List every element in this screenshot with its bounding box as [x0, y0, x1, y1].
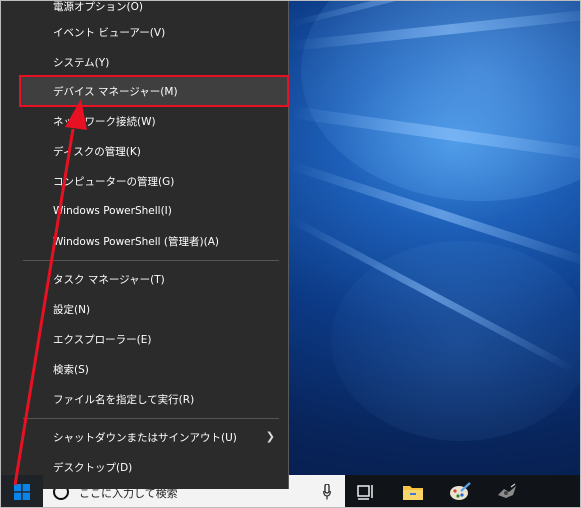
task-view-icon	[357, 485, 373, 500]
menu-separator	[23, 418, 279, 419]
winx-context-menu: 電源オプション(O) イベント ビューアー(V) システム(Y) デバイス マネ…	[1, 1, 289, 489]
menu-item-label: システム(Y)	[53, 56, 110, 69]
app-button[interactable]	[494, 479, 520, 505]
menu-item-system[interactable]: システム(Y)	[21, 48, 287, 76]
menu-item-label: 設定(N)	[53, 303, 91, 316]
menu-item-device-manager[interactable]: デバイス マネージャー(M)	[19, 75, 289, 107]
menu-item-search[interactable]: 検索(S)	[21, 355, 287, 383]
microphone-icon[interactable]	[323, 484, 331, 500]
menu-item-explorer[interactable]: エクスプローラー(E)	[21, 325, 287, 353]
menu-item-label: エクスプローラー(E)	[53, 333, 152, 346]
menu-item-label: 検索(S)	[53, 363, 89, 376]
menu-item-event-viewer[interactable]: イベント ビューアー(V)	[21, 18, 287, 46]
menu-item-label: タスク マネージャー(T)	[53, 273, 165, 286]
menu-item-powershell-admin[interactable]: Windows PowerShell (管理者)(A)	[21, 227, 287, 255]
windows-logo-icon	[14, 484, 30, 500]
paint-button[interactable]	[447, 479, 473, 505]
start-button[interactable]	[1, 475, 43, 507]
task-view-button[interactable]	[353, 479, 379, 505]
menu-item-powershell[interactable]: Windows PowerShell(I)	[21, 197, 287, 225]
menu-item-computer-management[interactable]: コンピューターの管理(G)	[21, 167, 287, 195]
menu-item-label: Windows PowerShell(I)	[53, 205, 172, 217]
menu-item-desktop[interactable]: デスクトップ(D)	[21, 453, 287, 481]
menu-separator	[23, 260, 279, 261]
screen: 電源オプション(O) イベント ビューアー(V) システム(Y) デバイス マネ…	[0, 0, 581, 508]
file-explorer-icon	[403, 486, 423, 500]
menu-item-label: シャットダウンまたはサインアウト(U)	[53, 431, 237, 444]
menu-item-disk-management[interactable]: ディスクの管理(K)	[21, 137, 287, 165]
menu-item-label: イベント ビューアー(V)	[53, 26, 166, 39]
menu-item-task-manager[interactable]: タスク マネージャー(T)	[21, 265, 287, 293]
menu-item-network-connections[interactable]: ネットワーク接続(W)	[21, 107, 287, 135]
menu-item-label: 電源オプション(O)	[53, 0, 143, 13]
menu-item-label: ディスクの管理(K)	[53, 145, 141, 158]
file-explorer-button[interactable]	[400, 479, 426, 505]
menu-item-label: コンピューターの管理(G)	[53, 175, 175, 188]
menu-item-label: デスクトップ(D)	[53, 461, 133, 474]
chevron-right-icon: ❯	[265, 430, 275, 443]
menu-item-label: Windows PowerShell (管理者)(A)	[53, 235, 219, 248]
menu-item-settings[interactable]: 設定(N)	[21, 295, 287, 323]
menu-item-label: ファイル名を指定して実行(R)	[53, 393, 195, 406]
paint-icon	[450, 482, 471, 500]
menu-item-label: デバイス マネージャー(M)	[53, 85, 178, 98]
menu-item-power-options[interactable]: 電源オプション(O)	[21, 0, 287, 20]
menu-item-shutdown-signout[interactable]: シャットダウンまたはサインアウト(U) ❯	[21, 423, 287, 451]
app-icon	[498, 483, 516, 498]
menu-item-label: ネットワーク接続(W)	[53, 115, 156, 128]
menu-item-run[interactable]: ファイル名を指定して実行(R)	[21, 385, 287, 413]
